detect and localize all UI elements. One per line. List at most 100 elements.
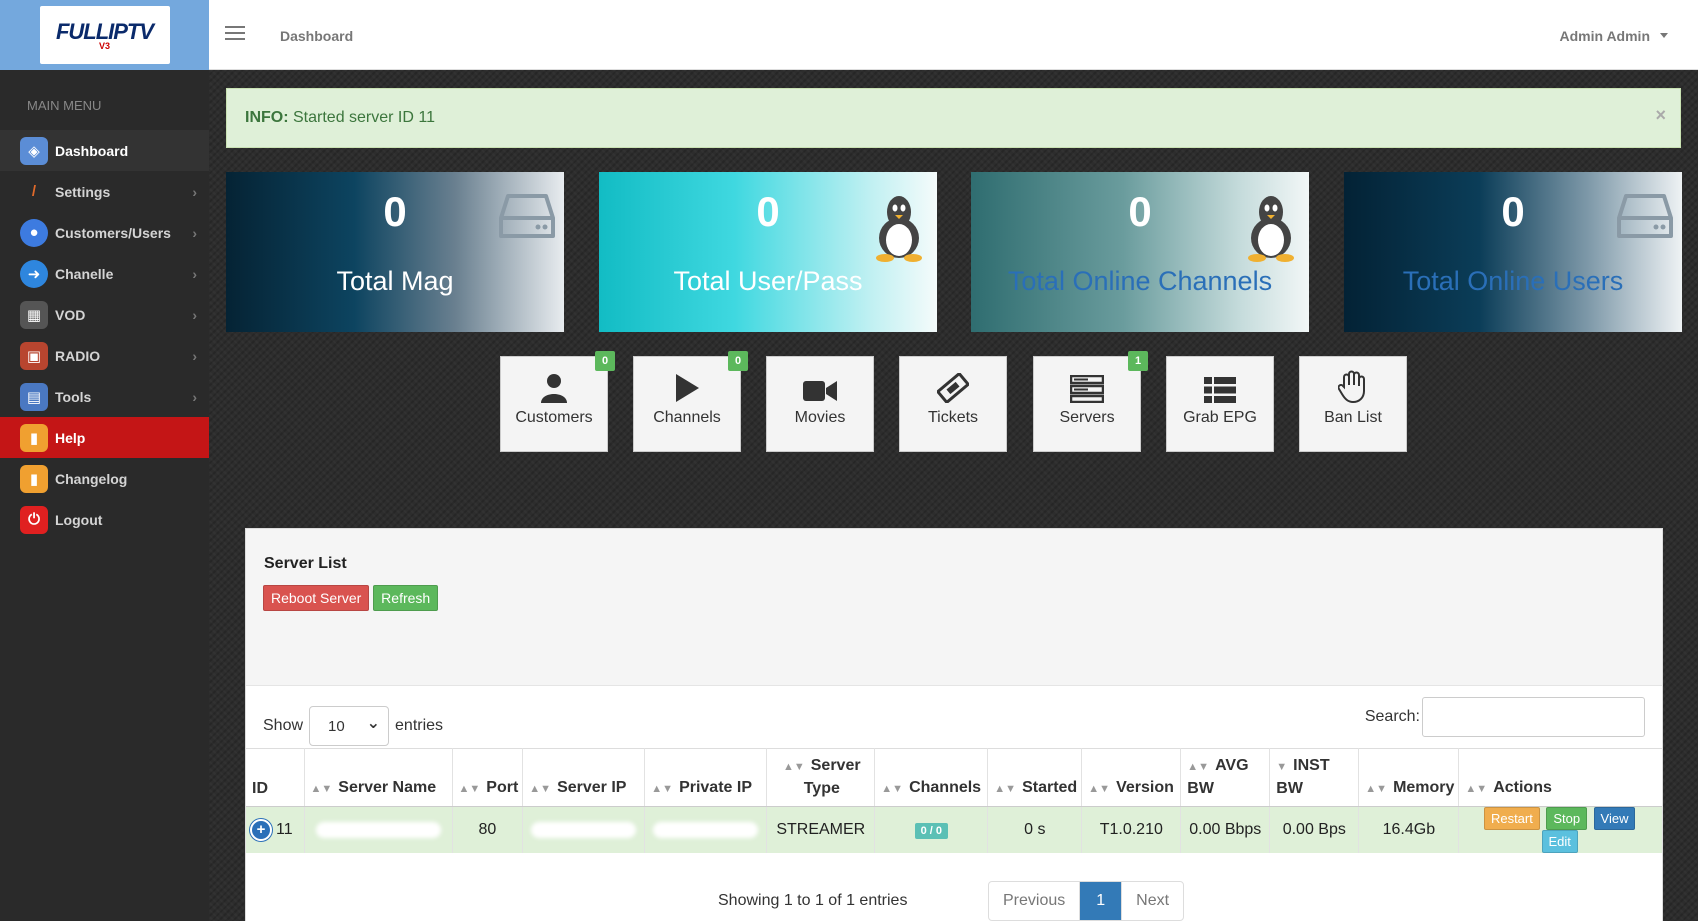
sidebar: FULLIPTV V3 MAIN MENU ◈ Dashboard / Sett… [0, 0, 209, 921]
server-avg-bw: 0.00 Bbps [1180, 806, 1271, 853]
hard-drive-icon [1617, 194, 1673, 238]
user-icon [541, 374, 567, 403]
column-header-private-ip[interactable]: ▲▼ Private IP [644, 748, 768, 807]
expand-row-icon[interactable]: + [250, 819, 272, 841]
sidebar-item-label: RADIO [55, 347, 101, 364]
power-icon: ⏻ [20, 505, 48, 534]
server-port: 80 [452, 806, 524, 853]
panel-title: Server List [264, 555, 347, 572]
column-header-avg-bw[interactable]: ▲▼ AVG BW [1180, 748, 1271, 807]
radio-icon: ▣ [20, 341, 48, 370]
previous-button[interactable]: Previous [989, 882, 1081, 920]
badge: 0 [728, 351, 748, 371]
server-ip-redacted [522, 806, 646, 853]
sidebar-item-vod[interactable]: ▦ VOD › [0, 294, 209, 335]
sidebar-item-chanelle[interactable]: ➜ Chanelle › [0, 253, 209, 294]
tile-servers[interactable]: Servers 1 [1033, 351, 1148, 452]
server-started: 0 s [987, 806, 1083, 853]
search-input[interactable] [1422, 697, 1645, 737]
alert-message: Started server ID 11 [293, 109, 435, 126]
hard-drive-icon [499, 194, 555, 238]
tile-customers[interactable]: Customers 0 [500, 351, 615, 452]
sidebar-item-help[interactable]: ▮ Help [0, 417, 209, 458]
column-header-memory[interactable]: ▲▼ Memory [1358, 748, 1460, 807]
sidebar-item-label: Settings [55, 183, 111, 200]
stat-label: Total Mag [336, 266, 454, 296]
pagination: Previous 1 Next [988, 881, 1185, 921]
alert-prefix: INFO: [245, 109, 289, 126]
column-header-started[interactable]: ▲▼ Started [987, 748, 1083, 807]
tile-tickets[interactable]: Tickets [899, 356, 1007, 452]
tile-grab-epg[interactable]: Grab EPG [1166, 356, 1274, 452]
hand-icon [1338, 370, 1365, 403]
sidebar-item-radio[interactable]: ▣ RADIO › [0, 335, 209, 376]
sidebar-item-logout[interactable]: ⏻ Logout [0, 499, 209, 540]
private-ip-redacted [644, 806, 768, 853]
column-header-actions[interactable]: ▲▼ Actions [1458, 748, 1662, 807]
stat-label: Total Online Users [1402, 266, 1624, 296]
sidebar-item-tools[interactable]: ▤ Tools › [0, 376, 209, 417]
page-1-button[interactable]: 1 [1080, 882, 1123, 920]
logo-area: FULLIPTV V3 [0, 0, 209, 70]
stop-button[interactable]: Stop [1546, 807, 1588, 830]
tile-label: Tickets [927, 409, 979, 426]
sidebar-item-dashboard[interactable]: ◈ Dashboard [0, 130, 209, 171]
wrench-icon: / [31, 183, 37, 200]
column-header-server-name[interactable]: ▲▼ Server Name [304, 748, 453, 807]
menu-toggle-icon[interactable] [225, 26, 245, 44]
column-header-port[interactable]: ▲▼ Port [452, 748, 524, 807]
chevron-right-icon: › [192, 347, 197, 364]
tile-label: Servers [1059, 409, 1115, 426]
server-type: STREAMER [766, 806, 876, 853]
tile-label: Grab EPG [1183, 409, 1257, 426]
column-header-version[interactable]: ▲▼ Version [1081, 748, 1182, 807]
reboot-server-button[interactable]: Reboot Server [263, 585, 370, 611]
ticket-icon [937, 373, 969, 403]
restart-button[interactable]: Restart [1483, 807, 1540, 830]
sidebar-item-label: Changelog [55, 470, 128, 487]
sidebar-item-label: Chanelle [55, 265, 114, 282]
column-header-inst-bw[interactable]: ▼ INST BW [1269, 748, 1360, 807]
server-icon [1070, 375, 1104, 403]
tile-ban-list[interactable]: Ban List [1299, 356, 1407, 452]
table-row: +11 80 STREAMER 0 / 0 0 s T1.0.210 0.00 … [246, 806, 1662, 853]
stat-total-online-users: 0 Total Online Users [1344, 172, 1682, 332]
linux-penguin-icon [1248, 196, 1294, 262]
menu-title: MAIN MENU [27, 98, 102, 113]
server-version: T1.0.210 [1081, 806, 1182, 853]
refresh-button[interactable]: Refresh [373, 585, 439, 611]
tile-label: Ban List [1324, 409, 1382, 426]
sidebar-item-label: Tools [55, 388, 92, 405]
column-header-server-type[interactable]: ▲▼ Server Type [766, 748, 876, 807]
view-button[interactable]: View [1593, 807, 1636, 830]
user-menu[interactable]: Admin Admin [1560, 28, 1668, 44]
column-header-server-ip[interactable]: ▲▼ Server IP [522, 748, 646, 807]
sidebar-item-label: Logout [55, 511, 103, 528]
tile-channels[interactable]: Channels 0 [633, 351, 748, 452]
dashboard-icon: ◈ [20, 136, 48, 165]
sidebar-item-settings[interactable]: / Settings › [0, 171, 209, 212]
chevron-right-icon: › [192, 224, 197, 241]
close-icon[interactable]: × [1655, 105, 1666, 126]
play-icon [676, 374, 699, 402]
server-memory: 16.4Gb [1358, 806, 1460, 853]
tile-movies[interactable]: Movies [766, 356, 874, 452]
logo[interactable]: FULLIPTV V3 [39, 6, 170, 64]
chevron-right-icon: › [192, 306, 197, 323]
tile-label: Movies [794, 409, 846, 426]
column-header-channels[interactable]: ▲▼ Channels [874, 748, 989, 807]
entries-select[interactable]: 10 [309, 706, 390, 746]
tools-icon: ▤ [20, 382, 48, 411]
column-header-id[interactable]: ID [246, 748, 305, 807]
stat-label: Total User/Pass [673, 266, 863, 296]
channels-badge: 0 / 0 [914, 823, 948, 839]
sidebar-item-customers[interactable]: ● Customers/Users › [0, 212, 209, 253]
next-button[interactable]: Next [1122, 882, 1183, 920]
server-list-panel: Server List Reboot Server Refresh Show 1… [245, 528, 1663, 921]
book-icon: ▮ [20, 423, 48, 452]
edit-button[interactable]: Edit [1541, 830, 1578, 853]
notes-icon: ▮ [20, 464, 48, 493]
stat-total-online-channels: 0 Total Online Channels [971, 172, 1309, 332]
breadcrumb[interactable]: Dashboard [280, 28, 353, 44]
sidebar-item-changelog[interactable]: ▮ Changelog [0, 458, 209, 499]
